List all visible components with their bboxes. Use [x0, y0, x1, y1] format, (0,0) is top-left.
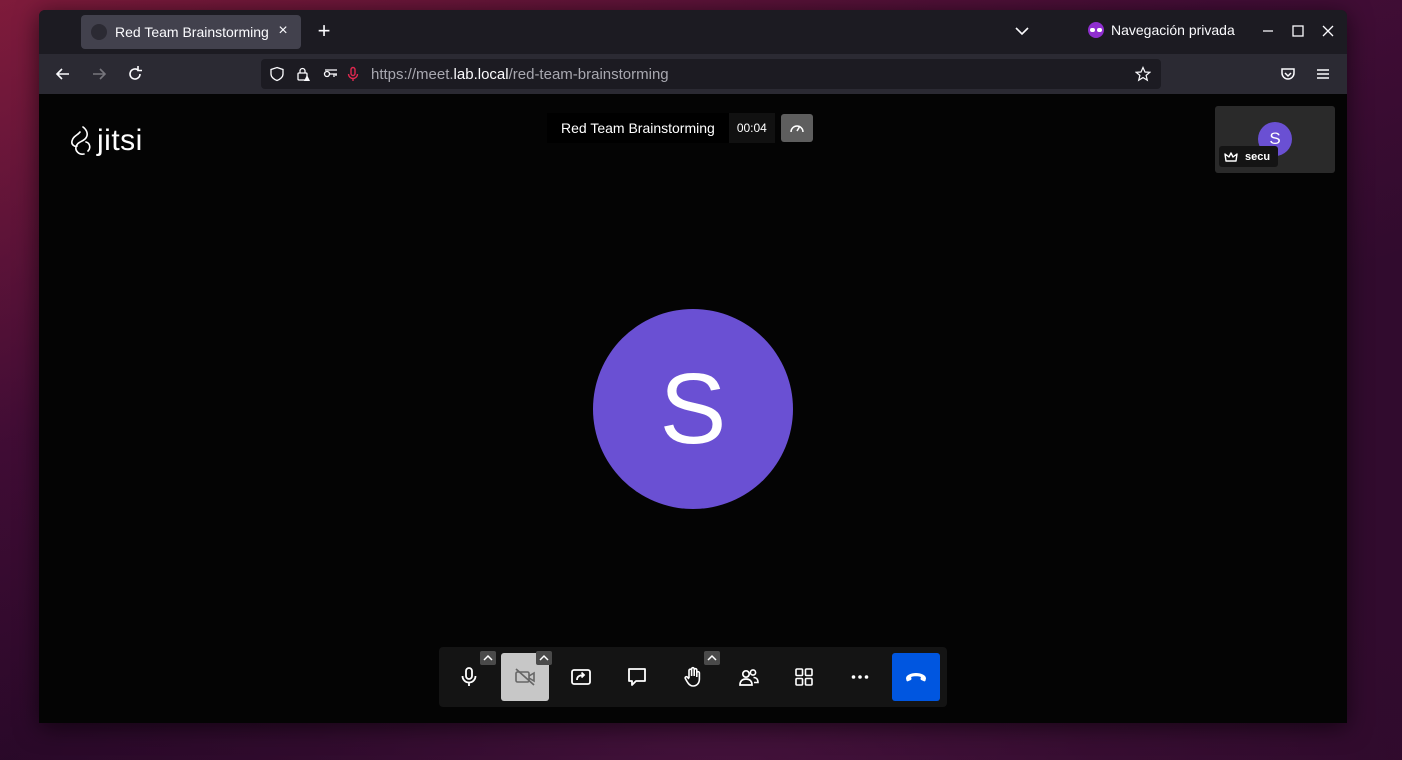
url-text[interactable]: https://meet.lab.local/red-team-brainsto… — [371, 66, 669, 83]
forward-arrow-icon[interactable] — [89, 64, 109, 84]
dominant-speaker-avatar: S — [593, 309, 793, 509]
meeting-timer: 00:04 — [728, 113, 775, 143]
participant-name: secu — [1245, 150, 1271, 163]
crown-moderator-icon — [1224, 151, 1238, 162]
share-screen-icon — [571, 669, 591, 685]
maximize-icon[interactable] — [1288, 21, 1308, 41]
shield-icon[interactable] — [269, 66, 285, 82]
navigation-bar: https://meet.lab.local/red-team-brainsto… — [39, 54, 1347, 94]
new-tab-button[interactable]: + — [313, 20, 335, 42]
lock-warning-icon[interactable] — [295, 66, 311, 82]
chat-button[interactable] — [613, 653, 661, 701]
pocket-icon[interactable] — [1278, 64, 1298, 84]
raise-hand-icon — [684, 666, 701, 687]
jitsi-logo-icon — [71, 126, 91, 155]
private-mask-icon — [1088, 22, 1104, 38]
url-bar[interactable]: https://meet.lab.local/red-team-brainsto… — [261, 59, 1161, 89]
participants-button[interactable] — [725, 653, 773, 701]
private-browsing-indicator: Navegación privada — [1088, 22, 1235, 38]
hangup-button[interactable] — [892, 653, 940, 701]
minimize-icon[interactable] — [1258, 21, 1278, 41]
url-prefix: https://meet. — [371, 66, 454, 83]
tile-view-icon — [795, 668, 813, 686]
conference-info: Red Team Brainstorming 00:04 — [547, 113, 813, 143]
connection-indicator[interactable] — [780, 114, 813, 142]
url-host: lab.local — [453, 66, 509, 83]
bookmark-star-icon[interactable] — [1135, 66, 1151, 82]
gauge-icon — [790, 125, 804, 133]
chevron-up-icon — [707, 654, 717, 661]
video-settings-caret[interactable] — [536, 651, 552, 665]
microphone-in-use-icon[interactable] — [345, 66, 361, 82]
participants-icon — [739, 669, 759, 686]
chat-icon — [628, 668, 646, 686]
back-arrow-icon[interactable] — [53, 64, 73, 84]
audio-settings-caret[interactable] — [480, 651, 496, 665]
reload-icon[interactable] — [125, 64, 145, 84]
tile-view-button[interactable] — [780, 653, 828, 701]
tab-favicon-icon — [91, 24, 107, 40]
participant-name-badge: secu — [1219, 146, 1279, 167]
meeting-toolbar — [439, 647, 947, 707]
jitsi-meeting-page: jitsi Red Team Brainstorming 00:04 S sec… — [39, 94, 1347, 723]
permissions-icon[interactable] — [323, 66, 339, 82]
local-video-thumbnail[interactable]: S secu — [1215, 106, 1335, 173]
microphone-icon — [461, 667, 477, 686]
reactions-caret[interactable] — [704, 651, 720, 665]
chevron-down-icon[interactable] — [1013, 22, 1031, 40]
url-path: /red-team-brainstorming — [508, 66, 669, 83]
jitsi-logo[interactable]: jitsi — [69, 124, 143, 158]
tab-close-icon[interactable]: × — [273, 22, 293, 40]
chevron-up-icon — [483, 654, 493, 661]
more-dots-icon — [851, 675, 869, 679]
hangup-phone-icon — [906, 673, 926, 682]
logo-text: jitsi — [97, 124, 143, 157]
camera-off-icon — [515, 668, 535, 686]
meeting-subject: Red Team Brainstorming — [547, 113, 729, 143]
menu-hamburger-icon[interactable] — [1313, 64, 1333, 84]
tab-title: Red Team Brainstorming — [115, 24, 269, 40]
chevron-up-icon — [539, 654, 549, 661]
close-window-icon[interactable] — [1318, 21, 1338, 41]
private-browsing-label: Navegación privada — [1111, 22, 1235, 38]
browser-window: Red Team Brainstorming × + Navegación pr… — [39, 10, 1347, 723]
tab-active[interactable]: Red Team Brainstorming × — [81, 15, 301, 49]
more-actions-button[interactable] — [836, 653, 884, 701]
share-screen-button[interactable] — [557, 653, 605, 701]
tab-strip: Red Team Brainstorming × + Navegación pr… — [39, 10, 1347, 54]
